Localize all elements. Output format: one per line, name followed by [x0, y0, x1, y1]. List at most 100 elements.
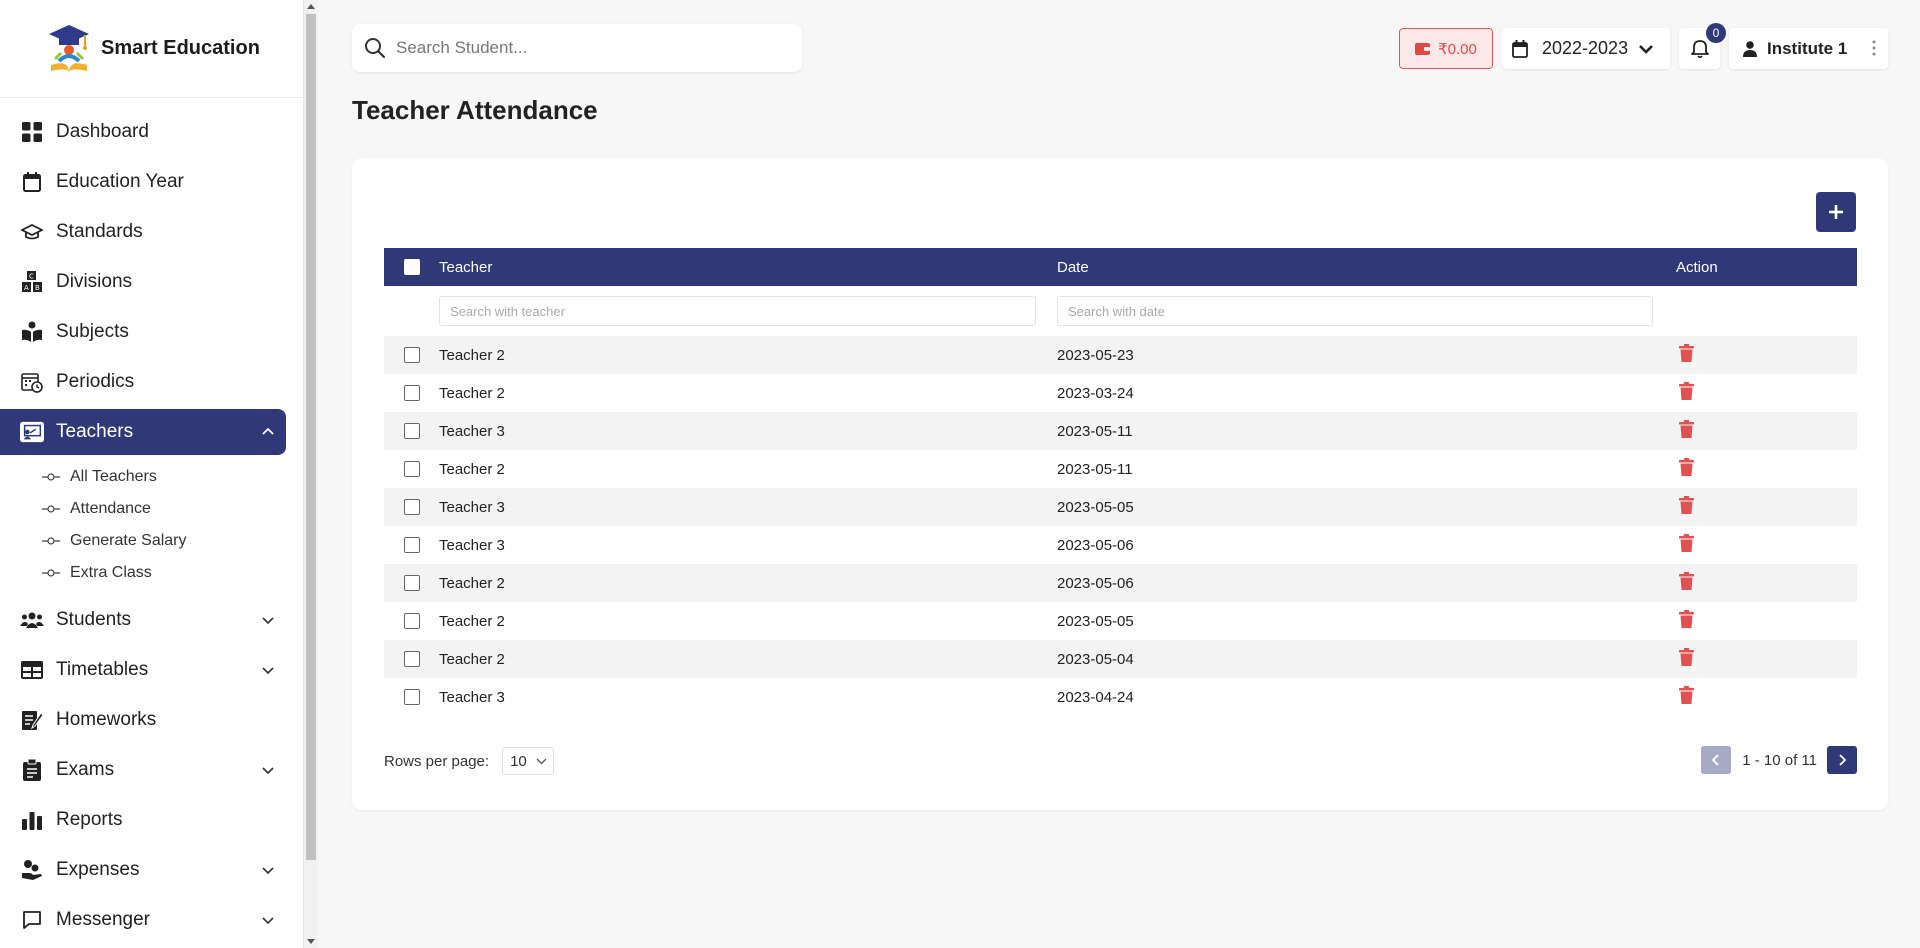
filter-row — [384, 286, 1857, 336]
date-cell: 2023-04-24 — [1057, 688, 1134, 706]
row-checkbox[interactable] — [403, 461, 420, 477]
row-checkbox[interactable] — [403, 613, 420, 629]
sidebar-item-label: Divisions — [56, 271, 133, 292]
trash-icon[interactable] — [1679, 648, 1694, 670]
sidebar-item-students[interactable]: Students — [0, 597, 286, 643]
user-menu[interactable]: Institute 1 — [1729, 28, 1888, 69]
teacher-cell: Teacher 2 — [439, 384, 505, 402]
trash-icon[interactable] — [1679, 610, 1694, 632]
row-checkbox[interactable] — [403, 689, 420, 705]
book-reader-icon — [20, 320, 44, 344]
chevron-down-icon[interactable] — [259, 611, 277, 629]
trash-icon[interactable] — [1679, 382, 1694, 404]
date-cell: 2023-05-11 — [1057, 422, 1133, 440]
pagination: 1 - 10 of 11 — [1701, 746, 1857, 774]
sidebar-item-label: Reports — [56, 809, 123, 830]
sidebar-item-periodics[interactable]: Periodics — [0, 359, 286, 405]
trash-icon[interactable] — [1679, 420, 1694, 442]
submenu-item-generate-salary[interactable]: Generate Salary — [42, 525, 303, 557]
column-header-teacher[interactable]: Teacher — [439, 259, 1057, 276]
row-checkbox[interactable] — [403, 499, 420, 515]
row-checkbox[interactable] — [403, 385, 420, 401]
sidebar-item-homeworks[interactable]: Homeworks — [0, 697, 286, 743]
sidebar-item-label: Expenses — [56, 859, 140, 880]
chevron-down-icon[interactable] — [259, 761, 277, 779]
clipboard-icon — [20, 758, 44, 782]
submenu-item-all-teachers[interactable]: All Teachers — [42, 461, 303, 493]
trash-icon[interactable] — [1679, 686, 1694, 708]
trash-icon[interactable] — [1679, 344, 1694, 366]
date-cell: 2023-05-06 — [1057, 536, 1134, 554]
plus-icon — [1829, 205, 1843, 219]
row-checkbox[interactable] — [403, 423, 420, 439]
sidebar-item-label: Standards — [56, 221, 143, 242]
trash-icon[interactable] — [1679, 534, 1694, 556]
sidebar-item-label: Teachers — [56, 421, 134, 442]
teacher-filter-input[interactable] — [439, 296, 1036, 326]
bullet-icon — [42, 473, 60, 481]
chevron-down-icon[interactable] — [259, 661, 277, 679]
sidebar-item-label: Timetables — [56, 659, 149, 680]
calendar-clock-icon — [20, 370, 44, 394]
row-checkbox[interactable] — [403, 651, 420, 667]
rows-per-page-label: Rows per page: — [384, 752, 490, 770]
sidebar-item-dashboard[interactable]: Dashboard — [0, 109, 286, 155]
table-row: Teacher 2 2023-03-24 — [384, 374, 1857, 412]
wallet-amount: ₹0.00 — [1438, 40, 1477, 58]
sidebar-item-education-year[interactable]: Education Year — [0, 159, 286, 205]
trash-icon[interactable] — [1679, 458, 1694, 480]
trash-icon[interactable] — [1679, 572, 1694, 594]
sidebar-item-reports[interactable]: Reports — [0, 797, 286, 843]
attendance-card: Teacher Date Action Teacher 2 2023-05-23… — [352, 158, 1888, 810]
teacher-cell: Teacher 2 — [439, 460, 505, 478]
scrollbar-thumb[interactable] — [306, 14, 316, 860]
abc-blocks-icon: CAB — [20, 270, 44, 294]
education-year-select[interactable]: 2022-2023 — [1502, 28, 1670, 69]
teacher-cell: Teacher 3 — [439, 498, 505, 516]
scroll-up-icon[interactable] — [307, 4, 315, 9]
table-icon — [20, 658, 44, 682]
scroll-down-icon[interactable] — [307, 939, 315, 944]
chevron-up-icon[interactable] — [259, 423, 277, 441]
message-icon — [20, 908, 44, 932]
sidebar-item-label: Homeworks — [56, 709, 157, 730]
search-input[interactable] — [396, 38, 776, 58]
sidebar-item-messenger[interactable]: Messenger — [0, 897, 286, 943]
bar-chart-icon — [20, 808, 44, 832]
column-header-date[interactable]: Date — [1057, 259, 1676, 276]
submenu-item-attendance[interactable]: Attendance — [42, 493, 303, 525]
graduation-cap-icon — [20, 220, 44, 244]
sidebar-item-expenses[interactable]: Expenses — [0, 847, 286, 893]
table-row: Teacher 3 2023-05-06 — [384, 526, 1857, 564]
sidebar-item-subjects[interactable]: Subjects — [0, 309, 286, 355]
bullet-icon — [42, 569, 60, 577]
select-all-checkbox[interactable] — [403, 259, 420, 275]
wallet-balance-button[interactable]: ₹0.00 — [1399, 28, 1493, 69]
add-attendance-button[interactable] — [1816, 192, 1856, 232]
teacher-cell: Teacher 3 — [439, 422, 505, 440]
sidebar-item-divisions[interactable]: CAB Divisions — [0, 259, 286, 305]
submenu-item-extra-class[interactable]: Extra Class — [42, 557, 303, 589]
more-vertical-icon[interactable] — [1872, 40, 1876, 56]
brand[interactable]: Smart Education — [0, 0, 303, 98]
sidebar-scrollbar[interactable] — [304, 0, 318, 948]
sidebar-item-standards[interactable]: Standards — [0, 209, 286, 255]
sidebar-item-timetables[interactable]: Timetables — [0, 647, 286, 693]
sidebar-item-exams[interactable]: Exams — [0, 747, 286, 793]
next-page-button[interactable] — [1827, 746, 1857, 774]
user-icon — [1743, 40, 1757, 57]
trash-icon[interactable] — [1679, 496, 1694, 518]
row-checkbox[interactable] — [403, 537, 420, 553]
chevron-down-icon[interactable] — [259, 861, 277, 879]
rows-per-page-select[interactable]: 10 — [502, 747, 555, 775]
chevron-down-icon[interactable] — [259, 911, 277, 929]
previous-page-button[interactable] — [1701, 746, 1732, 774]
table-header: Teacher Date Action — [384, 248, 1857, 286]
submenu-label: All Teachers — [70, 468, 157, 485]
notifications-button[interactable]: 0 — [1679, 23, 1726, 69]
date-filter-input[interactable] — [1057, 296, 1653, 326]
row-checkbox[interactable] — [403, 575, 420, 591]
bullet-icon — [42, 505, 60, 513]
sidebar-item-teachers[interactable]: Teachers — [0, 409, 286, 455]
row-checkbox[interactable] — [403, 347, 420, 363]
